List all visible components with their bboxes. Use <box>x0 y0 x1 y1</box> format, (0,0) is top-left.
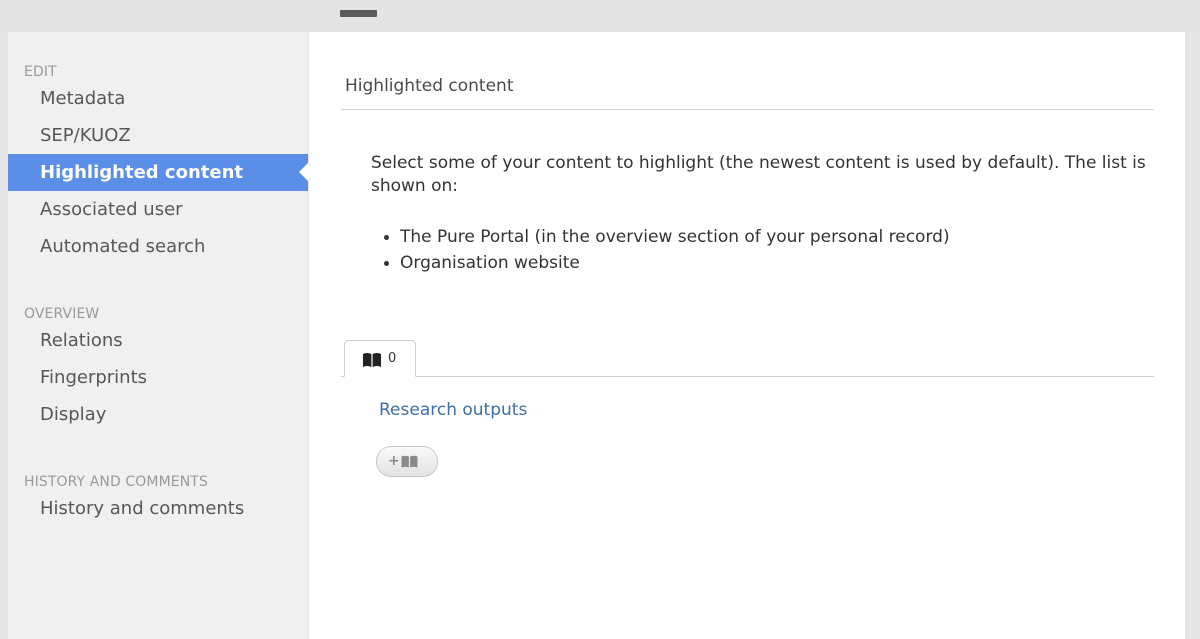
sidebar-item-automated-search[interactable]: Automated search <box>8 228 308 265</box>
description-text: Select some of your content to highlight… <box>371 153 1146 196</box>
bullet-icon <box>384 235 389 240</box>
list-item-label: Organisation website <box>400 253 580 273</box>
add-research-output-button[interactable]: + <box>376 446 438 477</box>
nav-heading-overview: OVERVIEW <box>24 306 100 322</box>
nav-heading-edit: EDIT <box>24 64 57 80</box>
page-title: Highlighted content <box>345 76 514 96</box>
sidebar-item-display[interactable]: Display <box>8 396 308 433</box>
right-gutter <box>1185 32 1200 639</box>
sidebar-item-sep-kuoz[interactable]: SEP/KUOZ <box>8 117 308 154</box>
tab-divider <box>341 376 1154 377</box>
display-locations-list: The Pure Portal (in the overview section… <box>371 224 950 276</box>
tab-research-outputs[interactable]: 0 <box>344 340 416 377</box>
book-icon <box>363 353 381 367</box>
tab-count: 0 <box>388 351 397 366</box>
sidebar-item-metadata[interactable]: Metadata <box>8 80 308 117</box>
list-item: The Pure Portal (in the overview section… <box>371 224 950 250</box>
sidebar-item-associated-user[interactable]: Associated user <box>8 191 308 228</box>
top-bar <box>0 0 1200 32</box>
sidebar-nav: EDIT Metadata SEP/KUOZ Highlighted conte… <box>8 32 309 639</box>
bullet-icon <box>384 261 389 266</box>
sidebar-item-relations[interactable]: Relations <box>8 322 308 359</box>
sidebar-item-fingerprints[interactable]: Fingerprints <box>8 359 308 396</box>
research-outputs-link[interactable]: Research outputs <box>379 400 527 420</box>
resize-handle[interactable] <box>340 10 377 17</box>
main-content: Highlighted content Select some of your … <box>309 32 1185 639</box>
list-item: Organisation website <box>371 250 950 276</box>
list-item-label: The Pure Portal (in the overview section… <box>400 227 950 247</box>
nav-section-history: HISTORY AND COMMENTS History and comment… <box>8 472 308 527</box>
nav-section-edit: EDIT Metadata SEP/KUOZ Highlighted conte… <box>8 62 309 265</box>
sidebar-item-highlighted-content[interactable]: Highlighted content <box>8 154 309 191</box>
title-divider <box>341 109 1154 110</box>
nav-heading-history: HISTORY AND COMMENTS <box>24 474 208 490</box>
plus-icon: + <box>388 453 400 469</box>
sidebar-item-history-and-comments[interactable]: History and comments <box>8 490 308 527</box>
book-icon <box>401 455 418 468</box>
nav-section-overview: OVERVIEW Relations Fingerprints Display <box>8 304 308 433</box>
